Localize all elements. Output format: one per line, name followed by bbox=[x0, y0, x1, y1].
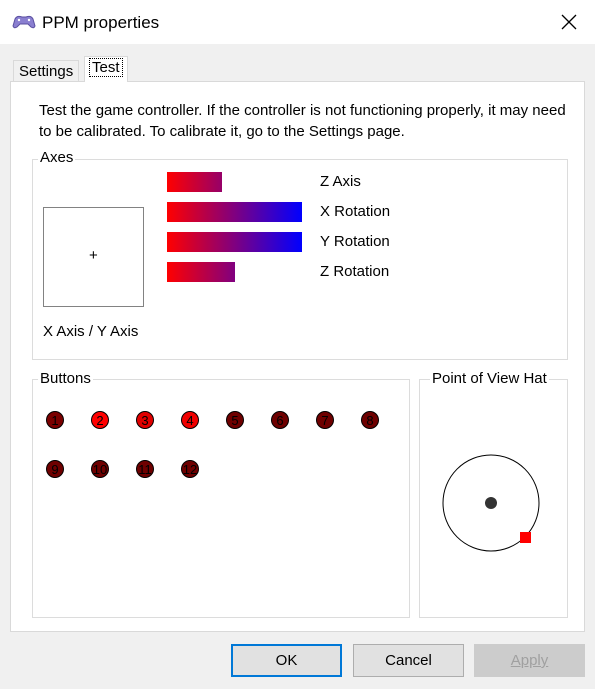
axis-bar-label: X Rotation bbox=[320, 203, 391, 220]
pov-center-dot bbox=[485, 497, 497, 509]
button-indicator-label: 4 bbox=[186, 412, 194, 428]
gamepad-icon bbox=[12, 14, 36, 30]
button-indicator: 12 bbox=[181, 460, 199, 478]
close-icon bbox=[561, 14, 577, 30]
button-indicator: 8 bbox=[361, 411, 379, 429]
button-indicator-label: 10 bbox=[92, 461, 108, 477]
tab-test-label: Test bbox=[89, 58, 123, 77]
axis-bar-label: Y Rotation bbox=[320, 233, 390, 250]
axis-bar bbox=[167, 262, 235, 282]
apply-button[interactable]: Apply bbox=[474, 644, 585, 677]
button-indicator-label: 12 bbox=[182, 461, 198, 477]
close-button[interactable] bbox=[554, 8, 584, 36]
axes-group-label: Axes bbox=[38, 149, 76, 166]
button-indicator: 11 bbox=[136, 460, 154, 478]
button-indicator-label: 9 bbox=[51, 461, 59, 477]
button-indicator: 6 bbox=[271, 411, 289, 429]
axis-bar-label: Z Rotation bbox=[320, 263, 390, 280]
button-indicator: 3 bbox=[136, 411, 154, 429]
cancel-label: Cancel bbox=[385, 652, 432, 669]
button-indicator-label: 3 bbox=[141, 412, 149, 428]
button-indicator: 2 bbox=[91, 411, 109, 429]
tab-test[interactable]: Test bbox=[84, 56, 128, 82]
button-indicator: 10 bbox=[91, 460, 109, 478]
button-indicator: 4 bbox=[181, 411, 199, 429]
buttons-group-label: Buttons bbox=[38, 370, 93, 387]
axis-bar bbox=[167, 202, 302, 222]
ok-button[interactable]: OK bbox=[231, 644, 342, 677]
button-indicator-label: 7 bbox=[321, 412, 329, 428]
tab-settings[interactable]: Settings bbox=[13, 60, 80, 82]
button-indicator-label: 6 bbox=[276, 412, 284, 428]
axis-bar-label: Z Axis bbox=[320, 173, 361, 190]
button-indicator-label: 5 bbox=[231, 412, 239, 428]
button-indicator-label: 1 bbox=[51, 412, 59, 428]
axis-bar bbox=[167, 232, 302, 252]
axis-bar bbox=[167, 172, 222, 192]
button-indicator-label: 8 bbox=[366, 412, 374, 428]
cancel-button[interactable]: Cancel bbox=[353, 644, 464, 677]
pov-group-label: Point of View Hat bbox=[430, 370, 549, 387]
button-indicator: 7 bbox=[316, 411, 334, 429]
window-title: PPM properties bbox=[42, 13, 160, 32]
button-indicator-label: 2 bbox=[96, 412, 104, 428]
button-indicator-label: 11 bbox=[138, 461, 152, 477]
xy-crosshair: + bbox=[89, 247, 98, 264]
apply-label: Apply bbox=[510, 652, 549, 669]
description-text: Test the game controller. If the control… bbox=[39, 102, 566, 140]
button-indicator: 1 bbox=[46, 411, 64, 429]
pov-direction-marker bbox=[520, 532, 531, 543]
pov-indicator bbox=[442, 454, 540, 552]
ok-label: OK bbox=[275, 652, 298, 669]
button-indicator: 9 bbox=[46, 460, 64, 478]
xy-axis-label: X Axis / Y Axis bbox=[43, 323, 139, 340]
buttons-group bbox=[32, 379, 410, 618]
button-indicator: 5 bbox=[226, 411, 244, 429]
